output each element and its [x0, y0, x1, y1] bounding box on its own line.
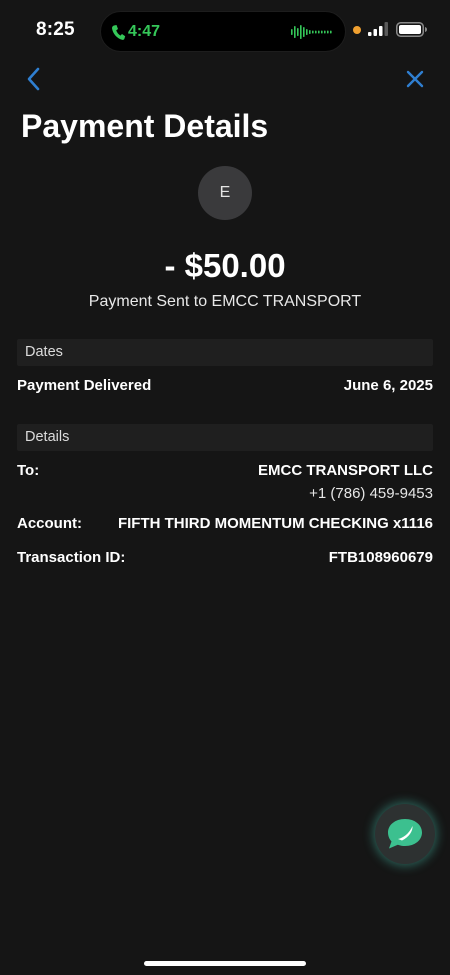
dynamic-island[interactable]: 4:47: [100, 11, 346, 52]
home-indicator[interactable]: [144, 961, 306, 966]
audio-waveform-icon: [291, 25, 332, 39]
privacy-indicator-dot: [353, 26, 361, 34]
status-indicators: [352, 22, 432, 38]
cellular-signal-icon: [368, 22, 388, 36]
payment-details-screen: 8:25 4:47 Payment Details E - $50.00 Pay…: [0, 0, 450, 975]
to-label: To:: [17, 462, 40, 479]
page-title: Payment Details: [21, 108, 269, 144]
close-icon[interactable]: [404, 68, 426, 90]
transaction-id-label: Transaction ID:: [17, 549, 126, 566]
chat-bubble-icon: [388, 819, 422, 849]
recipient-phone: +1 (786) 459-9453: [309, 485, 433, 502]
phone-icon: [111, 25, 126, 40]
payment-amount: - $50.00: [164, 247, 286, 284]
call-duration: 4:47: [128, 23, 161, 40]
back-chevron-icon[interactable]: [23, 66, 45, 92]
payee-avatar: E: [198, 166, 252, 220]
payment-description: Payment Sent to EMCC TRANSPORT: [88, 293, 362, 310]
chat-button[interactable]: [375, 804, 435, 864]
details-section-header: Details: [17, 424, 433, 451]
dates-section-header: Dates: [17, 339, 433, 366]
status-time: 8:25: [36, 19, 75, 40]
payment-delivered-date: June 6, 2025: [343, 377, 433, 394]
account-value: FIFTH THIRD MOMENTUM CHECKING x1116: [117, 515, 433, 532]
transaction-id-value: FTB108960679: [328, 549, 433, 566]
battery-icon: [396, 22, 427, 37]
payment-delivered-label: Payment Delivered: [17, 377, 152, 394]
account-label: Account:: [17, 515, 82, 532]
recipient-name: EMCC TRANSPORT LLC: [258, 462, 433, 479]
